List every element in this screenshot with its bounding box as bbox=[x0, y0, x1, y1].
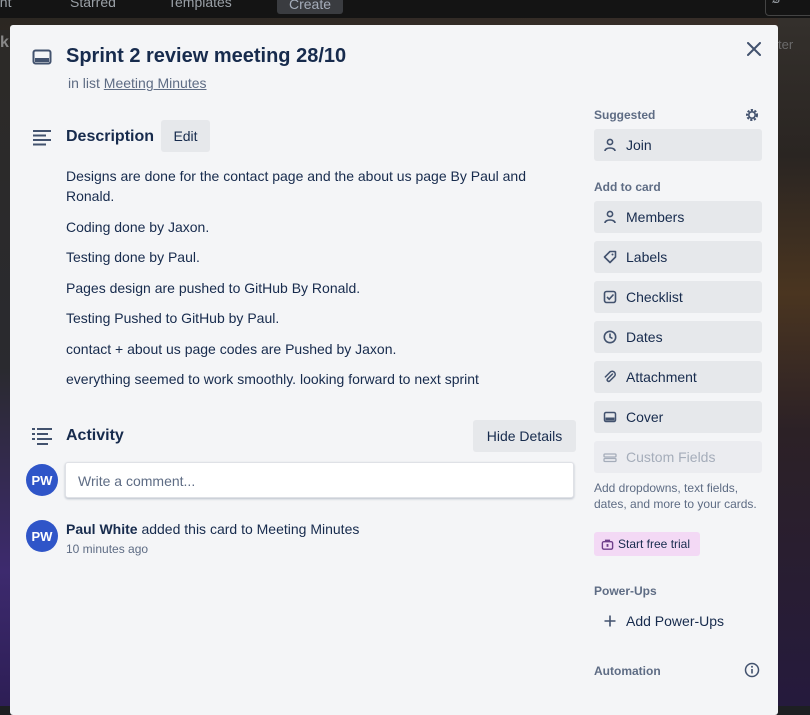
comment-input[interactable]: Write a comment... bbox=[65, 462, 574, 498]
nav-item-starred[interactable]: Starred bbox=[70, 0, 116, 10]
list-name-link[interactable]: Meeting Minutes bbox=[104, 75, 207, 91]
description-body[interactable]: Designs are done for the contact page an… bbox=[66, 166, 566, 400]
plus-icon bbox=[602, 613, 618, 629]
in-list-info: in list Meeting Minutes bbox=[68, 75, 207, 91]
activity-icon bbox=[32, 428, 52, 445]
activity-title: Activity bbox=[66, 427, 124, 444]
close-icon bbox=[747, 42, 761, 56]
suggested-settings-button[interactable] bbox=[743, 106, 761, 124]
custom-fields-button[interactable]: Custom Fields bbox=[594, 441, 762, 473]
checklist-label: Checklist bbox=[626, 289, 683, 305]
start-free-trial-button[interactable]: Start free trial bbox=[594, 532, 700, 556]
description-icon bbox=[33, 130, 51, 146]
powerups-label: Power-Ups bbox=[594, 584, 657, 598]
cover-label: Cover bbox=[626, 409, 664, 425]
activity-avatar[interactable]: PW bbox=[26, 520, 58, 552]
custom-fields-label: Custom Fields bbox=[626, 449, 716, 465]
tag-icon bbox=[602, 249, 618, 265]
close-button[interactable] bbox=[743, 38, 765, 60]
card-title[interactable]: Sprint 2 review meeting 28/10 bbox=[66, 45, 346, 68]
labels-button[interactable]: Labels bbox=[594, 241, 762, 273]
clock-icon bbox=[602, 329, 618, 345]
activity-timestamp[interactable]: 10 minutes ago bbox=[66, 542, 148, 556]
create-button[interactable]: Create bbox=[277, 0, 344, 14]
description-paragraph: Coding done by Jaxon. bbox=[66, 218, 210, 235]
activity-entry: Paul White added this card to Meeting Mi… bbox=[66, 521, 359, 537]
person-icon bbox=[602, 209, 618, 225]
person-icon bbox=[602, 137, 618, 153]
cover-button[interactable]: Cover bbox=[594, 401, 762, 433]
nav-item-templates[interactable]: Templates bbox=[168, 0, 232, 10]
nav-item-workspaces[interactable]: ent bbox=[0, 0, 11, 10]
board-right-strip bbox=[778, 18, 810, 706]
attachment-label: Attachment bbox=[626, 369, 697, 385]
description-paragraph: Designs are done for the contact page an… bbox=[66, 168, 526, 204]
attachment-button[interactable]: Attachment bbox=[594, 361, 762, 393]
search-text: S bbox=[772, 0, 780, 9]
description-paragraph: everything seemed to work smoothly. look… bbox=[66, 371, 479, 387]
custom-fields-icon bbox=[602, 449, 618, 465]
labels-label: Labels bbox=[626, 249, 668, 265]
dates-button[interactable]: Dates bbox=[594, 321, 762, 353]
paperclip-icon bbox=[602, 369, 618, 385]
automation-label: Automation bbox=[594, 664, 661, 678]
edit-description-button[interactable]: Edit bbox=[161, 120, 210, 152]
board-header-fragment-right: ter bbox=[778, 37, 794, 52]
card-detail-modal: Sprint 2 review meeting 28/10 in list Me… bbox=[10, 25, 778, 715]
add-to-card-label: Add to card bbox=[594, 180, 661, 194]
description-paragraph: Pages design are pushed to GitHub By Ron… bbox=[66, 279, 361, 296]
card-icon bbox=[32, 49, 52, 65]
start-free-trial-label: Start free trial bbox=[618, 537, 691, 551]
briefcase-icon bbox=[600, 537, 614, 551]
in-list-prefix: in list bbox=[68, 75, 100, 91]
checklist-button[interactable]: Checklist bbox=[594, 281, 762, 313]
add-powerups-label: Add Power-Ups bbox=[626, 613, 725, 629]
info-icon bbox=[744, 662, 760, 678]
description-paragraph: Testing done by Paul. bbox=[66, 249, 200, 265]
description-paragraph: Testing Pushed to GitHub by Paul. bbox=[66, 310, 280, 326]
cover-icon bbox=[602, 409, 618, 425]
description-paragraph: contact + about us page codes are Pushed… bbox=[66, 340, 397, 357]
members-button[interactable]: Members bbox=[594, 201, 762, 233]
search-input[interactable]: ⌕ S bbox=[765, 0, 810, 16]
custom-fields-hint: Add dropdowns, text fields, dates, and m… bbox=[594, 481, 757, 511]
checklist-icon bbox=[602, 289, 618, 305]
dates-label: Dates bbox=[626, 329, 663, 345]
gear-icon bbox=[746, 109, 758, 121]
join-label: Join bbox=[626, 137, 652, 153]
automation-info-button[interactable] bbox=[743, 661, 761, 679]
join-button[interactable]: Join bbox=[594, 129, 762, 161]
avatar[interactable]: PW bbox=[26, 464, 58, 496]
members-label: Members bbox=[626, 209, 685, 225]
activity-user[interactable]: Paul White bbox=[66, 521, 138, 537]
top-navigation-bar: ent Starred Templates Create ⌕ S bbox=[0, 0, 810, 18]
suggested-label: Suggested bbox=[594, 108, 656, 122]
description-title: Description bbox=[66, 128, 155, 145]
activity-action: added this card to Meeting Minutes bbox=[141, 521, 360, 537]
hide-details-button[interactable]: Hide Details bbox=[473, 420, 576, 452]
add-powerups-button[interactable]: Add Power-Ups bbox=[594, 605, 762, 637]
